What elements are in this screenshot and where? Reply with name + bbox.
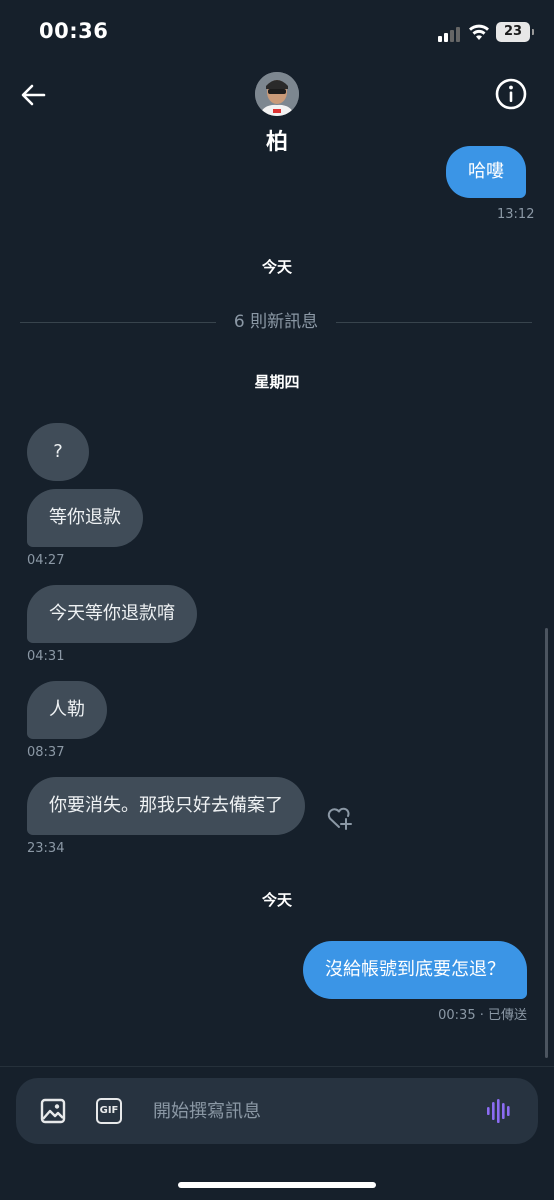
- message-timestamp: 23:34: [27, 841, 65, 856]
- composer-divider: [0, 1066, 554, 1067]
- message-bubble-incoming[interactable]: 等你退款: [27, 489, 143, 547]
- date-separator: 今天: [261, 891, 292, 909]
- status-bar: 00:36 23: [0, 0, 554, 66]
- back-arrow-icon[interactable]: [18, 80, 48, 110]
- message-composer: GIF: [16, 1078, 538, 1144]
- message-bubble-outgoing[interactable]: 哈嘍: [446, 146, 526, 198]
- battery-indicator: 23: [496, 22, 534, 42]
- status-time: 00:36: [39, 19, 109, 43]
- wifi-icon: [469, 24, 489, 40]
- message-timestamp: 04:31: [27, 649, 65, 664]
- cellular-signal-icon: [438, 26, 464, 42]
- message-bubble-incoming[interactable]: 今天等你退款唷: [27, 585, 197, 643]
- message-timestamp-sent: 00:35 · 已傳送: [438, 1008, 527, 1023]
- voice-message-icon[interactable]: [486, 1098, 514, 1124]
- message-bubble-outgoing[interactable]: 沒給帳號到底要怎退？: [303, 941, 527, 999]
- conversation-header: 柏: [0, 66, 554, 156]
- message-timestamp: 04:27: [27, 553, 65, 568]
- message-bubble-incoming[interactable]: 人勒: [27, 681, 107, 739]
- message-timestamp: 08:37: [27, 745, 65, 760]
- info-icon[interactable]: [494, 77, 528, 111]
- avatar[interactable]: [255, 72, 299, 116]
- message-bubble-incoming[interactable]: ?: [27, 423, 89, 481]
- date-separator: 今天: [261, 258, 292, 276]
- message-timestamp: 13:12: [497, 207, 535, 222]
- date-separator: 星期四: [254, 373, 300, 391]
- scrollbar[interactable]: [545, 628, 548, 1058]
- image-icon[interactable]: [40, 1098, 66, 1124]
- gif-button[interactable]: GIF: [96, 1098, 122, 1124]
- new-messages-divider: 6 則新訊息: [20, 310, 532, 334]
- heart-react-icon[interactable]: [326, 805, 354, 831]
- home-indicator[interactable]: [178, 1182, 376, 1188]
- message-bubble-incoming[interactable]: 你要消失。那我只好去備案了: [27, 777, 305, 835]
- message-input[interactable]: [153, 1097, 463, 1125]
